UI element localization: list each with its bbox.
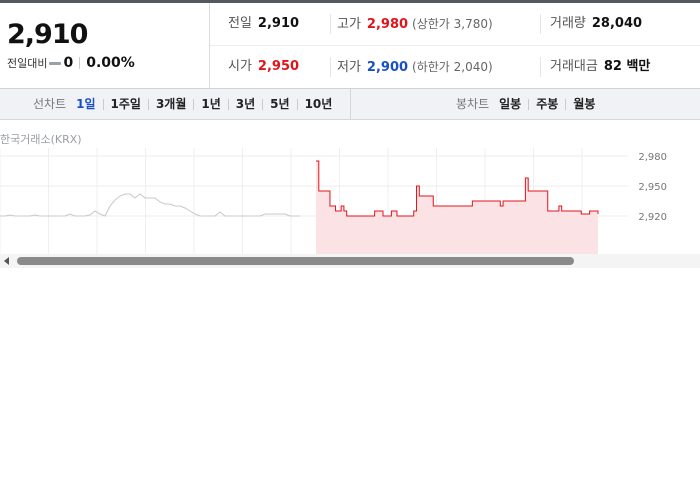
stat-trade-amount: 거래대금 82 백만 xyxy=(550,46,650,88)
divider xyxy=(528,99,530,110)
tab-1day[interactable]: 1일 xyxy=(76,97,95,111)
stat-value: 82 백만 xyxy=(603,59,651,74)
stat-prev-close: 전일 2,910 xyxy=(228,3,299,45)
divider xyxy=(330,14,331,34)
stat-value: 2,980 xyxy=(366,17,409,32)
tab-10year[interactable]: 10년 xyxy=(305,97,333,111)
stat-open: 시가 2,950 xyxy=(228,46,299,88)
scroll-left-arrow-icon[interactable] xyxy=(4,257,9,265)
chart-series xyxy=(0,160,599,254)
change-label: 전일대비 xyxy=(7,57,48,70)
tab-5year[interactable]: 5년 xyxy=(270,97,289,111)
tab-1week[interactable]: 1주일 xyxy=(111,97,141,111)
stat-label: 저가 xyxy=(337,60,361,75)
change-rate: 0.00% xyxy=(86,55,135,71)
candle-chart-label: 봉차트 xyxy=(456,97,490,111)
tab-group-divider xyxy=(350,89,351,119)
y-tick-label: 2,920 xyxy=(638,212,667,223)
divider xyxy=(540,57,541,77)
tab-3month[interactable]: 3개월 xyxy=(156,97,186,111)
stat-value: 2,950 xyxy=(257,59,300,74)
divider xyxy=(262,99,264,110)
price-area xyxy=(316,161,598,254)
scroll-thumb[interactable] xyxy=(17,257,574,265)
lower-limit-note: (하한가 2,040) xyxy=(412,60,493,74)
divider xyxy=(102,99,104,110)
divider xyxy=(565,99,567,110)
stat-volume: 거래량 28,040 xyxy=(550,3,642,45)
y-axis: 2,980 2,950 2,920 xyxy=(638,152,667,223)
divider xyxy=(330,57,331,77)
price-change: 전일대비 0 0.00% xyxy=(7,55,135,71)
tab-weekly-candle[interactable]: 주봉 xyxy=(536,97,558,111)
tab-daily-candle[interactable]: 일봉 xyxy=(499,97,521,111)
current-price: 2,910 xyxy=(7,19,88,50)
stat-low: 저가 2,900 (하한가 2,040) xyxy=(337,46,493,88)
y-tick-label: 2,950 xyxy=(638,182,667,193)
change-value: 0 xyxy=(63,55,74,71)
line-chart-tabs: 선차트 1일 1주일 3개월 1년 3년 5년 10년 xyxy=(33,89,332,119)
stats-grid: 전일 2,910 고가 2,980 (상한가 3,780) 거래량 28,040 시가 2… xyxy=(210,3,700,88)
y-tick-label: 2,980 xyxy=(638,152,667,163)
tab-3year[interactable]: 3년 xyxy=(236,97,255,111)
stat-label: 거래량 xyxy=(550,16,586,31)
tab-monthly-candle[interactable]: 월봉 xyxy=(573,97,595,111)
line-chart-label: 선차트 xyxy=(33,97,67,111)
stat-value: 2,910 xyxy=(257,16,300,31)
stat-value: 2,900 xyxy=(366,60,409,75)
tab-1year[interactable]: 1년 xyxy=(201,97,220,111)
quote-panel: 2,910 전일대비 0 0.00% 전일 2,910 고가 2,980 (상한가 3,7… xyxy=(0,3,700,89)
prior-day-line xyxy=(0,193,300,217)
stat-label: 고가 xyxy=(337,17,361,32)
stat-label: 전일 xyxy=(228,16,252,31)
intraday-chart: 2,980 2,950 2,920 xyxy=(0,148,667,254)
candle-chart-tabs: 봉차트 일봉 주봉 월봉 xyxy=(456,89,595,119)
divider xyxy=(540,14,541,34)
upper-limit-note: (상한가 3,780) xyxy=(412,17,493,31)
stat-label: 거래대금 xyxy=(550,59,598,74)
chart-scrollbar[interactable] xyxy=(0,254,700,268)
stat-high: 고가 2,980 (상한가 3,780) xyxy=(337,3,493,45)
divider xyxy=(147,99,149,110)
divider xyxy=(79,57,81,69)
flat-dash-icon xyxy=(49,61,62,65)
divider xyxy=(193,99,195,110)
chart-tabs: 선차트 1일 1주일 3개월 1년 3년 5년 10년 봉차트 일봉 주봉 월봉 xyxy=(0,89,700,120)
stats-row: 전일 2,910 고가 2,980 (상한가 3,780) 거래량 28,040 xyxy=(210,3,700,46)
data-source-label: 한국거래소(KRX) xyxy=(0,133,82,146)
stat-value: 28,040 xyxy=(591,16,643,31)
divider xyxy=(296,99,298,110)
price-summary: 2,910 전일대비 0 0.00% xyxy=(0,3,210,88)
stats-row: 시가 2,950 저가 2,900 (하한가 2,040) 거래대금 82 백만 xyxy=(210,46,700,88)
divider xyxy=(227,99,229,110)
stat-label: 시가 xyxy=(228,59,252,74)
